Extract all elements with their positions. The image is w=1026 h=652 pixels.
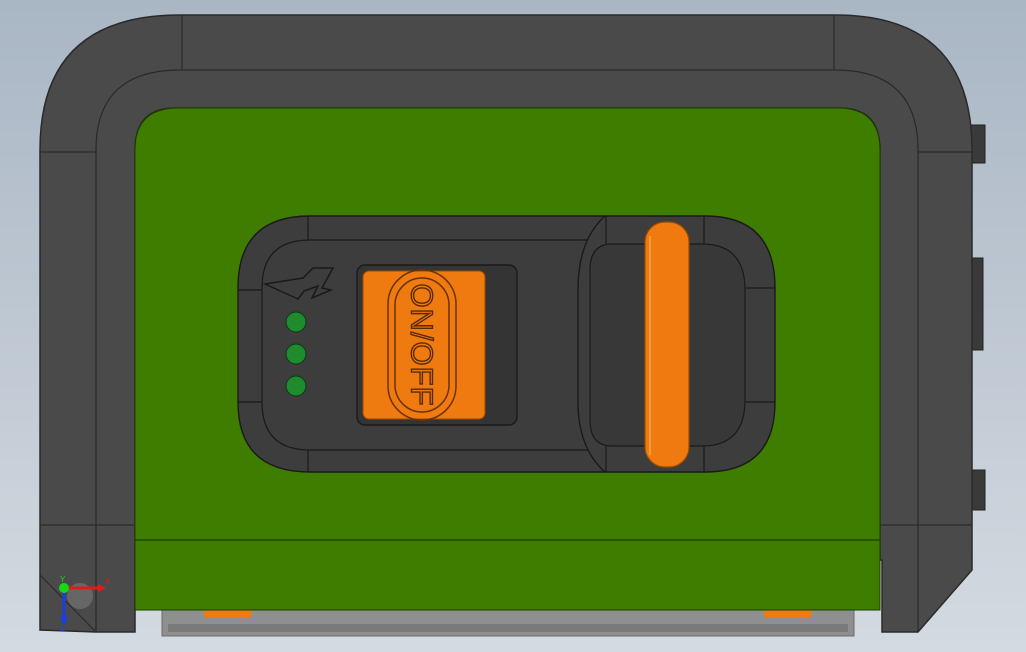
orange-foot-left <box>204 610 252 618</box>
orange-foot-right <box>764 610 812 618</box>
cad-scene: ON/OFF X Y Z <box>0 0 1026 652</box>
status-led <box>285 311 307 333</box>
cad-viewport[interactable]: ON/OFF X Y Z <box>0 0 1026 652</box>
triad-x-label: X <box>105 577 111 586</box>
base-plate-lip <box>168 624 848 632</box>
status-leds <box>285 311 307 397</box>
status-led <box>285 343 307 365</box>
switch-label: ON/OFF <box>405 283 440 406</box>
triad-y-axis <box>59 583 69 593</box>
lever-handle[interactable] <box>644 221 690 468</box>
triad-y-label: Y <box>60 575 66 584</box>
status-led <box>285 375 307 397</box>
triad-z-label: Z <box>60 624 65 633</box>
